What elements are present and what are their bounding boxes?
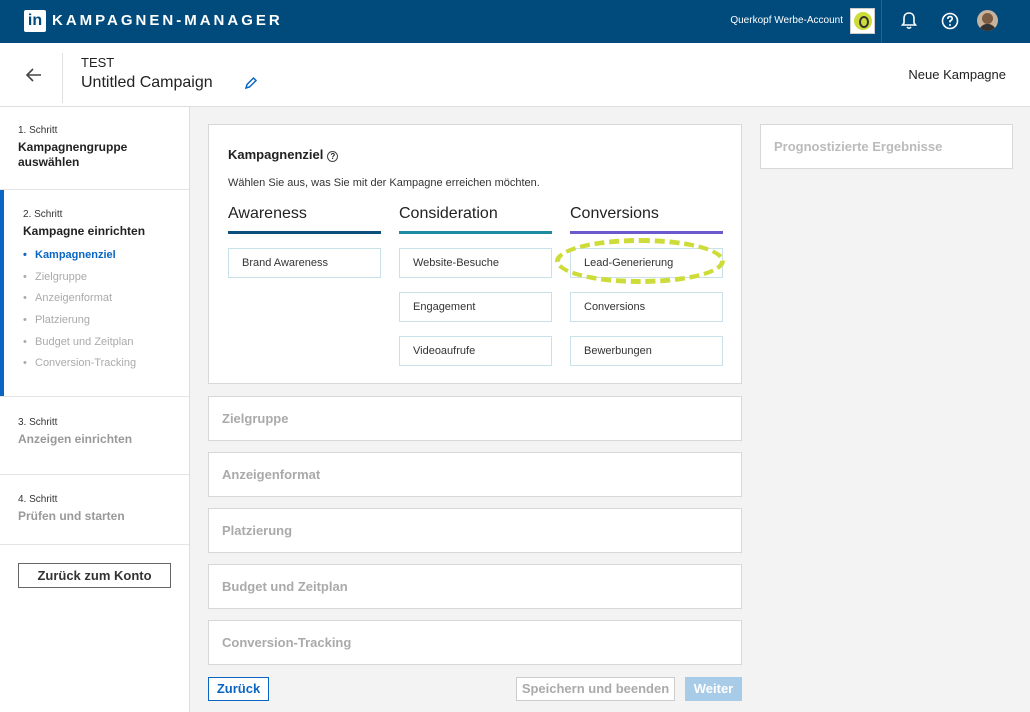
step-title: Kampagnengruppe auswählen <box>18 140 128 169</box>
back-button[interactable]: Zurück <box>208 677 269 701</box>
substep-platzierung[interactable]: Platzierung <box>23 314 189 336</box>
save-and-exit-button[interactable]: Speichern und beenden <box>516 677 675 701</box>
consideration-column: Consideration Website-Besuche Engagement… <box>399 205 552 366</box>
substep-anzeigenformat[interactable]: Anzeigenformat <box>23 292 189 314</box>
pencil-icon[interactable] <box>244 76 258 90</box>
step-number: 1. Schritt <box>18 125 58 136</box>
section-conversion-tracking[interactable]: Conversion-Tracking <box>208 620 742 665</box>
objective-option-video-views[interactable]: Videoaufrufe <box>399 336 552 366</box>
step-title: Prüfen und starten <box>18 509 125 523</box>
substep-list: Kampagnenziel Zielgruppe Anzeigenformat … <box>23 249 189 379</box>
column-color-bar <box>228 231 381 234</box>
app-title: KAMPAGNEN-MANAGER <box>52 12 283 29</box>
account-logo-icon[interactable] <box>850 8 875 34</box>
steps-sidebar: 1. Schritt Kampagnengruppe auswählen 2. … <box>0 107 190 712</box>
column-heading: Consideration <box>399 205 498 222</box>
help-icon[interactable]: ? <box>327 151 339 162</box>
conversions-column: Conversions Lead-Generierung Conversions… <box>570 205 723 366</box>
step-title: Anzeigen einrichten <box>18 432 133 446</box>
topbar-divider <box>881 0 882 43</box>
objective-option-conversions[interactable]: Conversions <box>570 292 723 322</box>
step-number: 4. Schritt <box>18 494 58 505</box>
back-arrow-icon[interactable] <box>24 65 44 85</box>
column-color-bar <box>570 231 723 234</box>
next-button[interactable]: Weiter <box>685 677 742 701</box>
step-2[interactable]: 2. Schritt Kampagne einrichten Kampagnen… <box>0 190 189 397</box>
campaign-header: TEST Untitled Campaign Neue Kampagne <box>0 43 1030 107</box>
bell-icon[interactable] <box>899 11 919 31</box>
back-to-account-button[interactable]: Zurück zum Konto <box>18 563 171 588</box>
substep-conversion-tracking[interactable]: Conversion-Tracking <box>23 357 189 379</box>
step-title: Kampagne einrichten <box>23 224 146 238</box>
objective-option-website-visits[interactable]: Website-Besuche <box>399 248 552 278</box>
account-name[interactable]: Querkopf Werbe-Account <box>730 15 843 26</box>
step-4[interactable]: 4. Schritt Prüfen und starten <box>0 475 189 545</box>
section-platzierung[interactable]: Platzierung <box>208 508 742 553</box>
step-3[interactable]: 3. Schritt Anzeigen einrichten <box>0 397 189 475</box>
section-zielgruppe[interactable]: Zielgruppe <box>208 396 742 441</box>
step-number: 2. Schritt <box>23 209 63 220</box>
step-number: 3. Schritt <box>18 417 58 428</box>
section-budget-zeitplan[interactable]: Budget und Zeitplan <box>208 564 742 609</box>
campaign-group-name: TEST <box>81 55 115 70</box>
campaign-objective-card: Kampagnenziel? Wählen Sie aus, was Sie m… <box>208 124 742 384</box>
objective-description: Wählen Sie aus, was Sie mit der Kampagne… <box>228 177 540 189</box>
objective-option-lead-generation[interactable]: Lead-Generierung <box>570 248 723 278</box>
substep-zielgruppe[interactable]: Zielgruppe <box>23 271 189 293</box>
active-step-indicator <box>0 190 4 396</box>
campaign-name: Untitled Campaign <box>81 74 213 91</box>
linkedin-logo-icon[interactable]: in <box>24 10 46 32</box>
column-heading: Conversions <box>570 205 659 222</box>
avatar[interactable] <box>977 10 998 31</box>
top-navigation-bar: in KAMPAGNEN-MANAGER Querkopf Werbe-Acco… <box>0 0 1030 43</box>
objective-option-job-applicants[interactable]: Bewerbungen <box>570 336 723 366</box>
section-anzeigenformat[interactable]: Anzeigenformat <box>208 452 742 497</box>
column-heading: Awareness <box>228 205 307 222</box>
header-divider <box>62 53 63 103</box>
step-1[interactable]: 1. Schritt Kampagnengruppe auswählen <box>0 107 189 190</box>
awareness-column: Awareness Brand Awareness <box>228 205 381 278</box>
new-campaign-link[interactable]: Neue Kampagne <box>908 67 1006 82</box>
section-title: Kampagnenziel? <box>228 147 339 162</box>
substep-budget-zeitplan[interactable]: Budget und Zeitplan <box>23 336 189 358</box>
substep-kampagnenziel[interactable]: Kampagnenziel <box>23 249 189 271</box>
objective-option-brand-awareness[interactable]: Brand Awareness <box>228 248 381 278</box>
column-color-bar <box>399 231 552 234</box>
help-icon[interactable] <box>940 11 960 31</box>
objective-option-engagement[interactable]: Engagement <box>399 292 552 322</box>
forecast-results-panel: Prognostizierte Ergebnisse <box>760 124 1013 169</box>
